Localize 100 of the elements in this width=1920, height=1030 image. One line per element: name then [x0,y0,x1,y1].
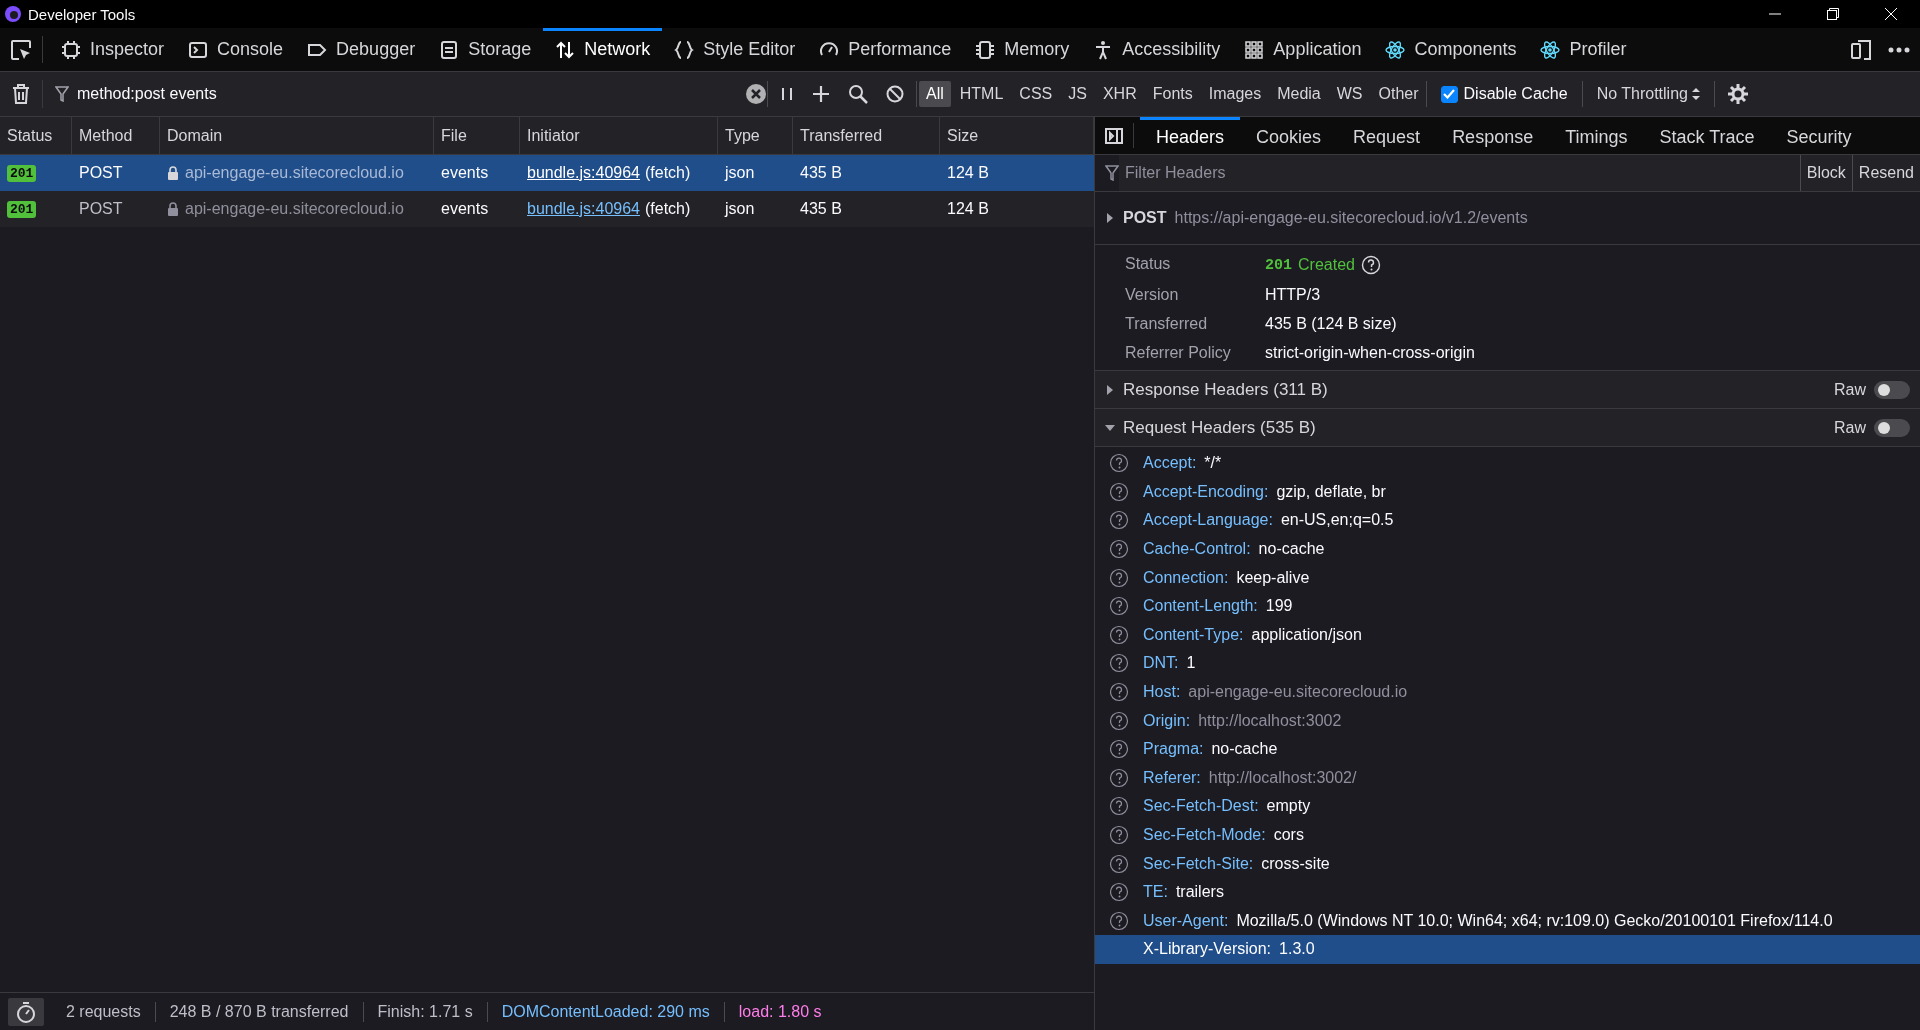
header-row[interactable]: Host: api-engage-eu.sitecorecloud.io [1095,677,1920,707]
help-icon[interactable] [1109,596,1129,617]
help-icon[interactable] [1109,453,1129,474]
header-row[interactable]: Origin: http://localhost:3002 [1095,706,1920,735]
help-icon[interactable] [1109,739,1129,760]
expanded-icon[interactable] [1105,422,1115,433]
headers-section-bar[interactable]: Response Headers (311 B) Raw [1095,371,1920,409]
raw-toggle[interactable] [1874,380,1910,399]
header-row[interactable]: Accept-Encoding: gzip, deflate, br [1095,477,1920,507]
toolbox-tab[interactable]: Console [176,28,296,71]
filter-field[interactable]: method:post events [75,84,739,104]
column-header[interactable]: Size [940,117,1094,154]
headers-section-bar[interactable]: Request Headers (535 B) Raw [1095,409,1920,447]
collapsed-icon[interactable] [1105,213,1115,223]
help-icon[interactable] [1109,567,1129,588]
header-row[interactable]: Content-Type: application/json [1095,620,1920,650]
responsive-design-icon[interactable] [1850,37,1874,62]
details-tab[interactable]: Timings [1549,117,1644,154]
header-row[interactable]: Sec-Fetch-Mode: cors [1095,820,1920,850]
help-icon[interactable] [1109,539,1129,560]
header-action-button[interactable]: Resend [1851,155,1920,191]
help-icon[interactable] [1109,682,1129,703]
header-row[interactable]: Cache-Control: no-cache [1095,534,1920,564]
header-row[interactable]: TE: trailers [1095,877,1920,907]
help-icon[interactable] [1109,882,1129,903]
raw-toggle[interactable] [1874,418,1910,437]
type-filter-button[interactable]: CSS [1012,81,1060,107]
clear-filter-icon[interactable] [745,83,767,105]
toolbox-tab[interactable]: Storage [427,28,544,71]
help-icon[interactable] [1109,796,1129,817]
more-icon[interactable] [1888,46,1910,53]
collapsed-icon[interactable] [1105,384,1115,395]
type-filter-button[interactable]: Media [1270,81,1328,107]
header-row[interactable]: User-Agent: Mozilla/5.0 (Windows NT 10.0; Win64; x64; rv:109.0) Gecko/20100101 Firefox/114.0 [1095,906,1920,936]
help-icon[interactable] [1109,910,1129,931]
toolbox-tab[interactable]: Accessibility [1081,28,1233,71]
toolbox-tab[interactable]: Performance [807,28,964,71]
details-tab[interactable]: Cookies [1240,117,1338,154]
toolbox-tab[interactable]: Style Editor [662,28,808,71]
header-row[interactable]: Connection: keep-alive [1095,563,1920,592]
help-icon[interactable] [1109,825,1129,845]
header-action-button[interactable]: Block [1799,155,1852,191]
header-row[interactable]: Sec-Fetch-Site: cross-site [1095,849,1920,878]
header-row[interactable]: Pragma: no-cache [1095,734,1920,764]
type-filter-button[interactable]: XHR [1095,81,1144,107]
reload-timer-button[interactable] [8,997,44,1026]
toolbox-tab[interactable]: Debugger [295,28,428,71]
help-icon[interactable] [1109,481,1129,502]
toolbox-tab[interactable]: Application [1232,28,1374,71]
column-header[interactable]: Initiator [520,117,718,154]
table-cell-text: POST [78,199,124,219]
type-filter-button[interactable]: Fonts [1145,81,1200,107]
initiator-link[interactable]: bundle.js:40964 [527,164,640,182]
header-row[interactable]: Accept: */* [1095,449,1920,478]
throttling-dropdown[interactable]: No Throttling [1582,85,1714,103]
type-filter-button[interactable]: HTML [952,81,1011,107]
header-row[interactable]: Content-Length: 199 [1095,591,1920,621]
column-header[interactable]: Type [718,117,793,154]
column-header[interactable]: Status [0,117,72,154]
column-header[interactable]: File [434,117,520,154]
column-header[interactable]: Domain [160,117,434,154]
disable-cache-checkbox[interactable]: Disable Cache [1426,85,1582,103]
status-code: 201 [1265,256,1292,274]
toolbox-tab[interactable]: Components [1373,28,1529,71]
request-row[interactable]: 201 POST api-engage-eu.sitecorecloud.io events bundle.js:40964 (fetch) json 435 B 124 B [0,191,1094,227]
details-tab[interactable]: Security [1770,117,1868,154]
settings-icon[interactable] [1726,83,1749,105]
type-filter-button[interactable]: JS [1061,81,1094,107]
toolbox-tab[interactable]: Inspector [49,28,177,71]
type-filter-button[interactable]: WS [1329,81,1370,107]
search-icon[interactable] [848,84,868,104]
type-filter-button[interactable]: All [919,81,951,107]
header-row[interactable]: X-Library-Version: 1.3.0 [1095,935,1920,964]
help-icon[interactable] [1109,710,1129,731]
request-row[interactable]: 201 POST api-engage-eu.sitecorecloud.io events bundle.js:40964 (fetch) json 435 B 124 B [0,155,1094,191]
header-row[interactable]: Referer: http://localhost:3002/ [1095,763,1920,793]
details-tab[interactable]: Stack Trace [1643,117,1771,154]
header-row[interactable]: Accept-Language: en-US,en;q=0.5 [1095,506,1920,535]
type-filter-button[interactable]: Images [1201,81,1269,107]
toolbox-tab[interactable]: Memory [963,28,1082,71]
details-tab[interactable]: Response [1436,117,1550,154]
help-icon[interactable] [1109,653,1129,674]
toolbox-tab[interactable]: Profiler [1528,28,1639,71]
help-icon[interactable] [1109,767,1129,788]
header-row[interactable]: Sec-Fetch-Dest: empty [1095,792,1920,821]
column-header[interactable]: Transferred [793,117,940,154]
header-name: Content-Length: [1143,597,1258,616]
initiator-link[interactable]: bundle.js:40964 [527,200,640,218]
column-header[interactable]: Method [72,117,160,154]
details-tab[interactable]: Request [1337,117,1437,154]
block-icon[interactable] [886,85,904,103]
help-icon[interactable] [1109,853,1129,874]
pause-icon[interactable] [780,86,794,102]
header-name: Cache-Control: [1143,540,1251,559]
filter-headers-field[interactable]: Filter Headers [1119,155,1800,191]
help-icon[interactable] [1109,510,1129,531]
help-icon[interactable] [1109,624,1129,645]
type-filter-button[interactable]: Other [1371,81,1426,107]
plus-icon[interactable] [812,85,830,103]
header-row[interactable]: DNT: 1 [1095,649,1920,678]
